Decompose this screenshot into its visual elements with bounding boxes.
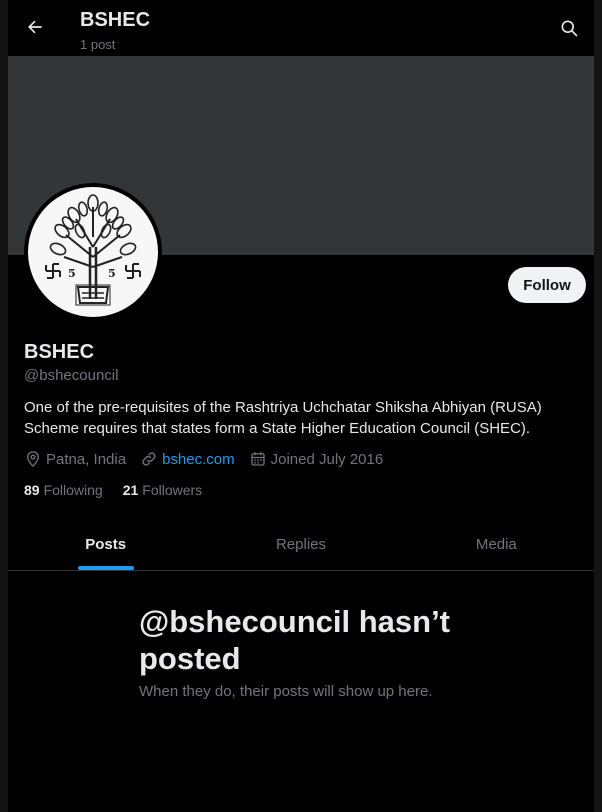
following-label: Following bbox=[43, 482, 103, 498]
avatar[interactable]: 5 5 bbox=[24, 183, 162, 321]
back-arrow-icon bbox=[28, 20, 42, 34]
follow-button[interactable]: Follow bbox=[508, 267, 586, 303]
following-link[interactable]: 89 Following bbox=[24, 482, 103, 498]
window-frame-right bbox=[594, 0, 602, 812]
followers-label: Followers bbox=[142, 482, 203, 498]
calendar-icon bbox=[250, 452, 265, 466]
followers-link[interactable]: 21 Followers bbox=[123, 482, 202, 498]
svg-text:5: 5 bbox=[108, 267, 116, 280]
location-item: Patna, India bbox=[24, 450, 126, 468]
website-item: bshec.com bbox=[140, 450, 235, 468]
website-link[interactable]: bshec.com bbox=[162, 451, 235, 468]
joined-text: Joined July 2016 bbox=[270, 450, 384, 468]
tab-media[interactable]: Media bbox=[399, 518, 594, 570]
empty-state-subtitle: When they do, their posts will show up h… bbox=[139, 683, 433, 700]
header-title-block: BSHEC 1 post bbox=[80, 8, 150, 54]
followers-count: 21 bbox=[122, 482, 139, 498]
top-bar: BSHEC 1 post bbox=[8, 0, 594, 56]
header-post-count: 1 post bbox=[80, 37, 116, 52]
back-button[interactable] bbox=[22, 14, 48, 40]
profile-tabs: Posts Replies Media bbox=[8, 518, 594, 571]
tab-replies[interactable]: Replies bbox=[203, 518, 398, 570]
tab-media-label: Media bbox=[475, 535, 517, 553]
search-icon bbox=[561, 20, 578, 37]
location-pin-icon bbox=[27, 451, 39, 468]
tab-posts[interactable]: Posts bbox=[8, 518, 203, 570]
follow-stats: 89 Following 21 Followers bbox=[24, 482, 222, 498]
profile-meta: Patna, India bshec.com Joined July 2016 bbox=[24, 450, 397, 468]
tab-replies-label: Replies bbox=[275, 535, 326, 553]
joined-item: Joined July 2016 bbox=[249, 450, 384, 468]
search-button[interactable] bbox=[556, 15, 582, 41]
bshec-logo-image: 5 5 bbox=[28, 187, 158, 317]
active-tab-indicator bbox=[77, 566, 134, 570]
following-count: 89 bbox=[24, 482, 40, 498]
profile-name: BSHEC bbox=[24, 341, 95, 363]
empty-state-title: @bshecouncil hasn’t posted bbox=[139, 604, 450, 676]
tab-posts-label: Posts bbox=[85, 535, 127, 553]
header-title: BSHEC bbox=[80, 9, 151, 31]
svg-text:5: 5 bbox=[68, 267, 76, 280]
location-text: Patna, India bbox=[46, 450, 127, 468]
profile-bio: One of the pre-requisites of the Rashtri… bbox=[24, 399, 542, 437]
window-frame-left bbox=[0, 0, 8, 812]
link-icon bbox=[142, 452, 156, 466]
profile-handle: @bshecouncil bbox=[24, 367, 119, 384]
